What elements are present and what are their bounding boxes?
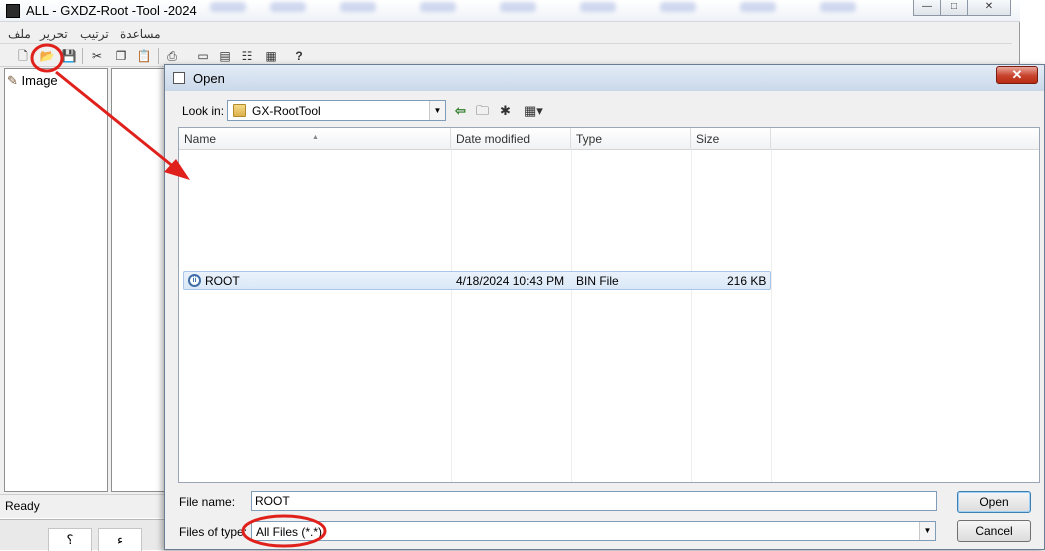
column-size-label: Size: [696, 132, 720, 146]
toolbar-separator: [82, 48, 83, 64]
blurred-background-text: [270, 2, 306, 12]
files-of-type-label: Files of type:: [179, 525, 248, 539]
file-size-cell: 216 KB: [727, 274, 767, 288]
column-type[interactable]: Type: [571, 128, 691, 150]
toolbar-separator: [158, 48, 159, 64]
column-date-label: Date modified: [456, 132, 531, 146]
tree-pane[interactable]: ✎ Image: [4, 68, 108, 492]
blurred-background-text: [820, 2, 856, 12]
column-size[interactable]: Size: [691, 128, 771, 150]
tree-item[interactable]: ✎ Image: [7, 73, 58, 89]
open-dialog: Open ✕ Look in: GX-RootTool ▼ ⇦ 🗀 ✱ ▦▾ N…: [164, 64, 1045, 550]
chevron-down-icon[interactable]: ▼: [919, 522, 935, 540]
new-folder-icon[interactable]: ✱: [500, 102, 511, 119]
file-name-input[interactable]: [251, 491, 937, 511]
file-type-cell: BIN File: [576, 274, 619, 288]
dialog-window-icon: [173, 72, 185, 84]
folder-icon: [233, 104, 246, 117]
blurred-background-text: [740, 2, 776, 12]
tree-item-label: Image: [21, 73, 58, 88]
view-menu-icon[interactable]: ▦▾: [524, 102, 543, 119]
main-titlebar[interactable]: ALL - GXDZ-Root -Tool -2024 — □ ✕: [0, 0, 1020, 22]
content-pane[interactable]: [111, 68, 167, 492]
sort-up-icon: ▲: [312, 134, 319, 141]
copy-icon[interactable]: ❐: [112, 48, 130, 65]
file-row-root[interactable]: ii ROOT 4/18/2024 10:43 PM BIN File 216 …: [183, 271, 771, 290]
column-divider: [571, 150, 572, 482]
column-name[interactable]: Name ▲: [179, 128, 451, 150]
file-date-cell: 4/18/2024 10:43 PM: [456, 274, 565, 288]
menu-edit[interactable]: تحرير: [40, 27, 68, 41]
blurred-background-text: [660, 2, 696, 12]
files-of-type-value: All Files (*.*): [256, 525, 323, 539]
dialog-title: Open: [193, 71, 225, 86]
dialog-close-button[interactable]: ✕: [996, 66, 1038, 84]
look-in-dropdown[interactable]: GX-RootTool ▼: [227, 100, 446, 121]
file-list[interactable]: Name ▲ Date modified Type Size ii ROOT 4…: [178, 127, 1040, 483]
cut-icon[interactable]: ✂: [88, 48, 106, 65]
files-of-type-dropdown[interactable]: All Files (*.*) ▼: [251, 521, 936, 541]
look-in-value: GX-RootTool: [252, 104, 321, 118]
look-in-label: Look in:: [182, 104, 225, 118]
blurred-background-text: [580, 2, 616, 12]
chevron-down-icon[interactable]: ▼: [429, 101, 445, 120]
menu-file[interactable]: ملف: [8, 27, 31, 41]
back-arrow-icon[interactable]: ⇦: [455, 102, 466, 119]
column-date-modified[interactable]: Date modified: [451, 128, 571, 150]
file-name-label: File name:: [179, 495, 236, 509]
column-type-label: Type: [576, 132, 603, 146]
open-button[interactable]: Open: [957, 491, 1031, 513]
menu-help[interactable]: مساعدة: [120, 27, 161, 41]
column-divider: [771, 150, 772, 482]
blurred-background-text: [420, 2, 456, 12]
cancel-button[interactable]: Cancel: [957, 520, 1031, 542]
image-tree-icon: ✎: [7, 73, 18, 88]
dialog-titlebar[interactable]: Open ✕: [165, 65, 1044, 91]
close-button[interactable]: ✕: [967, 0, 1011, 16]
main-window-title: ALL - GXDZ-Root -Tool -2024: [26, 3, 197, 18]
status-bar: Ready: [0, 494, 168, 516]
minimize-button[interactable]: —: [913, 0, 941, 16]
file-name-cell: ROOT: [205, 274, 240, 288]
status-text: Ready: [5, 499, 40, 513]
print-icon[interactable]: ⎙: [163, 48, 181, 65]
menu-arrange[interactable]: ترتيب: [80, 27, 109, 41]
column-name-label: Name: [184, 132, 217, 146]
app-icon: [6, 4, 20, 18]
small-icons-view-icon[interactable]: ▤: [216, 48, 234, 65]
column-header: Name ▲ Date modified Type Size: [179, 128, 1039, 150]
menu-bar: ملف تحرير ترتيب مساعدة: [0, 24, 1012, 44]
blurred-background-text: [500, 2, 536, 12]
help-icon[interactable]: ?: [290, 48, 308, 65]
blurred-background-text: [210, 2, 246, 12]
open-folder-icon[interactable]: 📂: [38, 48, 56, 65]
up-folder-icon[interactable]: 🗀: [476, 102, 489, 119]
paste-icon[interactable]: 📋: [135, 48, 153, 65]
new-file-icon[interactable]: 🗋: [14, 48, 32, 65]
large-icons-view-icon[interactable]: ▭: [194, 48, 212, 65]
blurred-background-text: [340, 2, 376, 12]
maximize-button[interactable]: □: [940, 0, 968, 16]
save-icon[interactable]: 💾: [60, 48, 78, 65]
column-divider: [691, 150, 692, 482]
keyboard-key[interactable]: ء: [98, 528, 142, 551]
keyboard-key[interactable]: ؟: [48, 528, 92, 551]
details-view-icon[interactable]: ▦: [262, 48, 280, 65]
bin-file-icon: ii: [188, 274, 201, 287]
column-divider: [451, 150, 452, 482]
list-view-icon[interactable]: ☷: [238, 48, 256, 65]
